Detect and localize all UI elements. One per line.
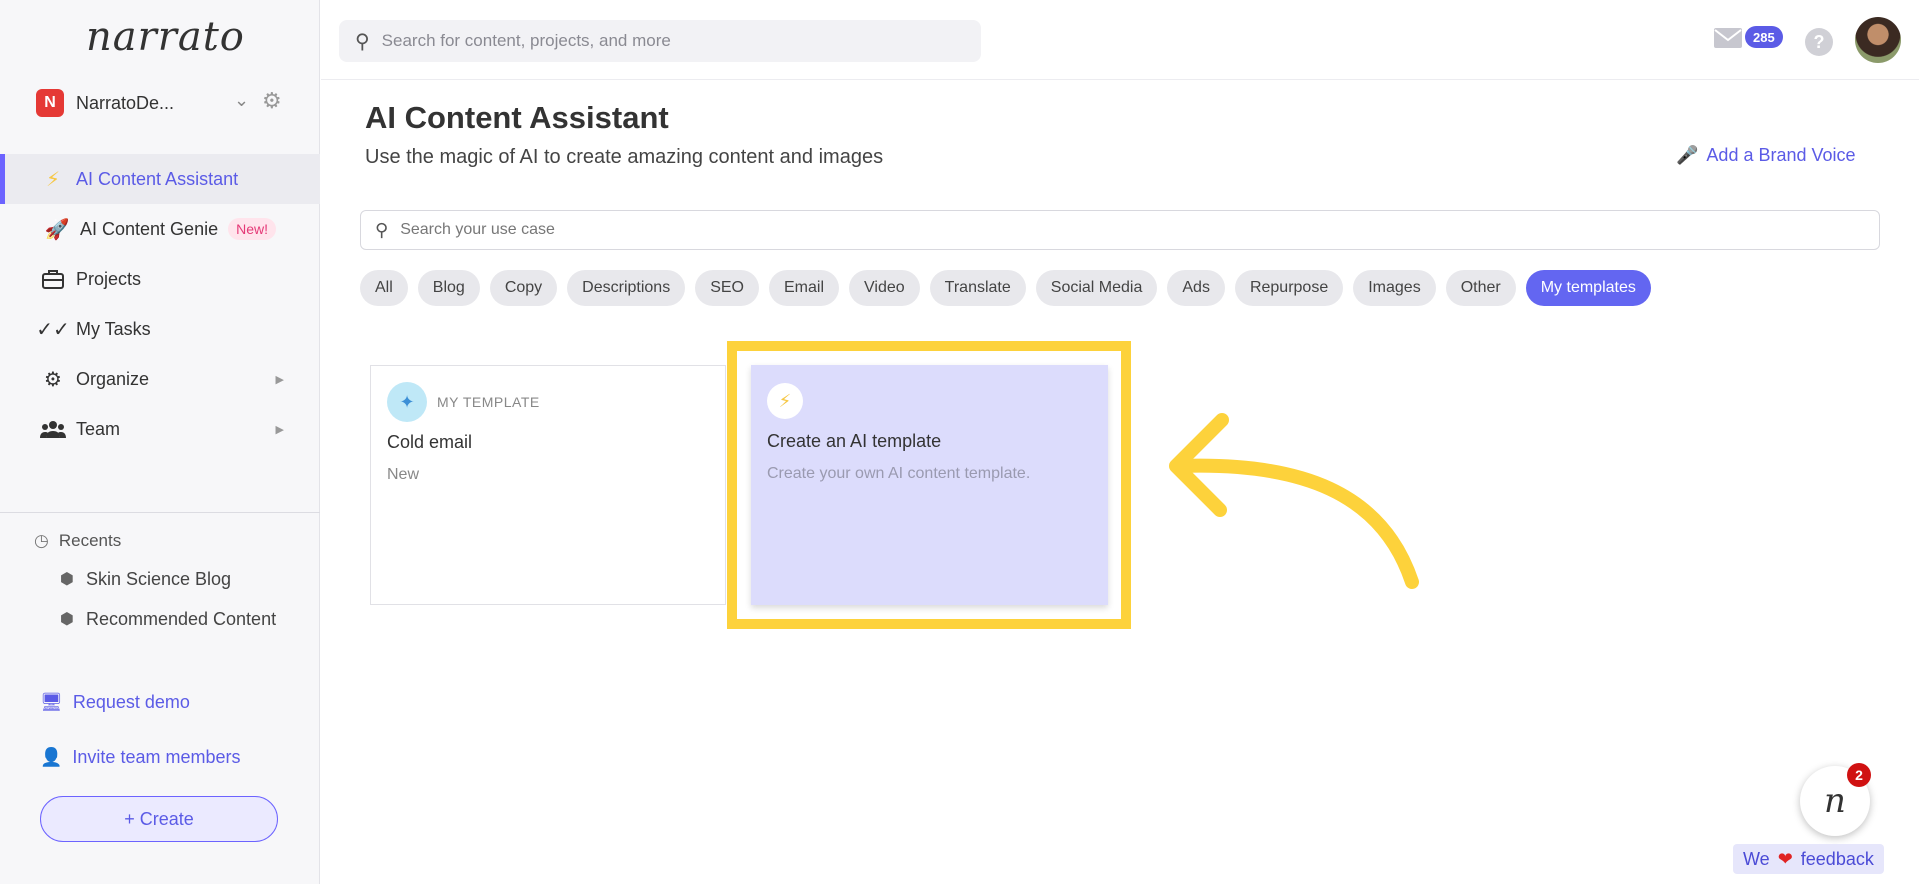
feedback-button[interactable]: We ❤ feedback xyxy=(1733,844,1884,874)
mail-count-badge: 285 xyxy=(1745,26,1783,48)
sidebar-item-label: AI Content Assistant xyxy=(76,168,239,189)
sparkles-icon: ✦ xyxy=(387,382,427,422)
page-subtitle: Use the magic of AI to create amazing co… xyxy=(365,146,884,168)
sidebar-item-label: My Tasks xyxy=(76,318,151,339)
highlight-box xyxy=(727,341,1131,629)
brand-voice-label: Add a Brand Voice xyxy=(1706,145,1856,165)
gear-icon[interactable]: ⚙ xyxy=(262,88,282,114)
usecase-search[interactable]: ⚲ xyxy=(360,210,1880,250)
chat-count-badge: 2 xyxy=(1847,763,1871,787)
filter-descriptions[interactable]: Descriptions xyxy=(567,270,686,306)
app-logo[interactable]: narrato xyxy=(86,14,245,60)
filter-translate[interactable]: Translate xyxy=(929,270,1026,306)
cube-icon: ⬢ xyxy=(60,571,74,588)
bolt-icon: ⚡ xyxy=(45,168,61,191)
gears-icon: ⚙ xyxy=(44,368,62,391)
add-brand-voice-link[interactable]: 🎤 Add a Brand Voice xyxy=(1676,145,1856,166)
monitor-icon: 🖥 xyxy=(40,692,63,712)
sidebar-item-label: AI Content Genie xyxy=(80,218,219,239)
global-search-input[interactable] xyxy=(381,31,962,51)
recents-section: ◷ Recents ⬢ Skin Science Blog ⬢ Recommen… xyxy=(34,530,304,632)
filter-video[interactable]: Video xyxy=(849,270,920,306)
sidebar-item-organize[interactable]: ⚙ Organize ▶ xyxy=(0,354,320,404)
microphone-icon: 🎤 xyxy=(1676,145,1699,165)
usecase-search-input[interactable] xyxy=(400,221,1801,239)
workspace-switcher[interactable]: N NarratoDe... ⌄ ⚙ xyxy=(36,88,286,118)
filter-images[interactable]: Images xyxy=(1353,270,1436,306)
clock-icon: ◷ xyxy=(34,531,49,550)
recent-item-label: Recommended Content xyxy=(85,608,277,629)
request-demo-label: Request demo xyxy=(72,692,190,712)
curved-arrow-annotation xyxy=(1169,413,1419,589)
filter-ads[interactable]: Ads xyxy=(1167,270,1225,306)
topbar: ⚲ 285 ? xyxy=(321,0,1919,80)
card-desc: New xyxy=(387,466,420,483)
caret-right-icon: ▶ xyxy=(275,423,284,436)
workspace-avatar: N xyxy=(36,89,64,117)
workspace-name: NarratoDe... xyxy=(76,92,175,113)
recent-item[interactable]: ⬢ Recommended Content xyxy=(34,606,304,632)
sidebar-item-ai-content-genie[interactable]: 🚀 AI Content Genie New! xyxy=(0,204,320,254)
recent-item[interactable]: ⬢ Skin Science Blog xyxy=(34,566,304,592)
global-search[interactable]: ⚲ xyxy=(339,20,981,62)
rocket-icon: 🚀 xyxy=(44,218,70,241)
create-button[interactable]: + Create xyxy=(40,796,278,842)
sidebar-item-label: Projects xyxy=(76,268,142,289)
filter-copy[interactable]: Copy xyxy=(489,270,558,306)
page-title: AI Content Assistant xyxy=(365,100,669,135)
sidebar-item-ai-content-assistant[interactable]: ⚡ AI Content Assistant xyxy=(0,154,320,204)
filter-seo[interactable]: SEO xyxy=(695,270,759,306)
help-icon[interactable]: ? xyxy=(1805,28,1833,56)
template-card[interactable]: ✦ MY TEMPLATE Cold email New xyxy=(370,365,726,605)
search-icon: ⚲ xyxy=(355,30,370,53)
invite-members-label: Invite team members xyxy=(72,747,241,767)
recent-item-label: Skin Science Blog xyxy=(85,568,232,589)
filter-repurpose[interactable]: Repurpose xyxy=(1234,270,1344,306)
sidebar-nav: ⚡ AI Content Assistant 🚀 AI Content Geni… xyxy=(0,154,320,454)
request-demo-link[interactable]: 🖥 Request demo xyxy=(40,692,190,713)
heart-icon: ❤ xyxy=(1777,848,1793,869)
filter-chips: All Blog Copy Descriptions SEO Email Vid… xyxy=(360,270,1651,306)
sidebar: narrato N NarratoDe... ⌄ ⚙ ⚡ AI Content … xyxy=(0,0,320,884)
sidebar-divider xyxy=(0,512,320,513)
invite-team-members-link[interactable]: 👤 Invite team members xyxy=(40,747,240,768)
team-icon xyxy=(40,419,66,439)
search-icon: ⚲ xyxy=(375,219,389,240)
sidebar-item-label: Team xyxy=(76,418,121,439)
recents-header: ◷ Recents xyxy=(34,530,304,552)
add-user-icon: 👤 xyxy=(40,747,63,767)
avatar[interactable] xyxy=(1855,17,1901,63)
feedback-we: We xyxy=(1743,848,1770,869)
sidebar-item-projects[interactable]: Projects xyxy=(0,254,320,304)
sidebar-item-my-tasks[interactable]: ✓✓ My Tasks xyxy=(0,304,320,354)
filter-email[interactable]: Email xyxy=(769,270,840,306)
mail-icon[interactable] xyxy=(1713,26,1745,54)
filter-my-templates[interactable]: My templates xyxy=(1525,270,1651,306)
sidebar-item-team[interactable]: Team ▶ xyxy=(0,404,320,454)
new-badge: New! xyxy=(228,218,276,240)
chevron-down-icon[interactable]: ⌄ xyxy=(234,90,249,111)
double-check-icon: ✓✓ xyxy=(36,318,70,341)
filter-other[interactable]: Other xyxy=(1445,270,1516,306)
briefcase-icon xyxy=(40,269,66,289)
feedback-label: feedback xyxy=(1800,848,1874,869)
card-tag: MY TEMPLATE xyxy=(437,394,540,410)
cube-icon: ⬢ xyxy=(60,611,74,628)
filter-all[interactable]: All xyxy=(360,270,408,306)
caret-right-icon: ▶ xyxy=(275,373,284,386)
filter-social-media[interactable]: Social Media xyxy=(1035,270,1158,306)
recents-label: Recents xyxy=(58,531,122,550)
filter-blog[interactable]: Blog xyxy=(417,270,480,306)
sidebar-item-label: Organize xyxy=(76,368,150,389)
card-title: Cold email xyxy=(387,432,473,452)
